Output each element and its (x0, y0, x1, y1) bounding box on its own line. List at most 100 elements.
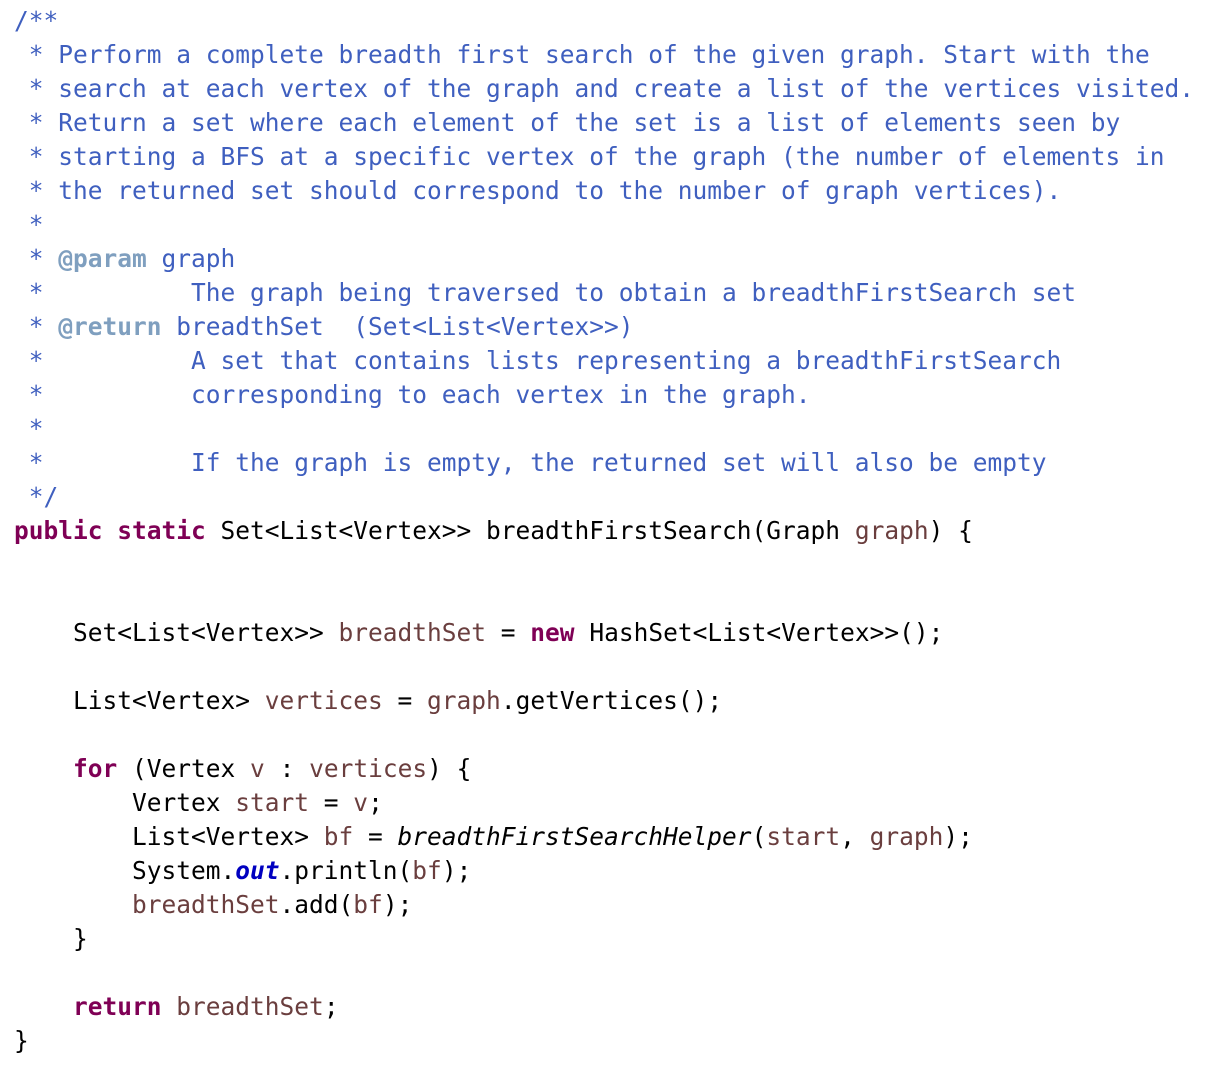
code-text: System. (14, 856, 236, 885)
variable-name: vertices (264, 686, 383, 715)
code-line: * Perform a complete breadth first searc… (14, 38, 1223, 72)
javadoc-text: * Return a set where each element of the… (14, 108, 1121, 137)
code-text: HashSet<List<Vertex>>(); (574, 618, 944, 647)
variable-name: bf (353, 890, 383, 919)
code-line: Set<List<Vertex>> breadthSet = new HashS… (14, 616, 1223, 650)
variable-name: graph (427, 686, 501, 715)
code-text: = (382, 686, 428, 715)
code-text: ; (368, 788, 383, 817)
code-text: ; (323, 992, 339, 1021)
javadoc-text: * The graph being traversed to obtain a … (14, 278, 1077, 307)
code-text: ) { (928, 516, 973, 545)
code-line: * A set that contains lists representing… (14, 344, 1223, 378)
code-line: System.out.println(bf); (14, 854, 1223, 888)
variable-name: start (235, 788, 310, 817)
code-text: , (840, 822, 870, 851)
keyword: static (117, 516, 206, 545)
code-text: = (486, 618, 531, 647)
code-line: List<Vertex> bf = breadthFirstSearchHelp… (14, 820, 1223, 854)
code-text: ); (382, 890, 413, 919)
code-line: * If the graph is empty, the returned se… (14, 446, 1223, 480)
variable-name: breadthSet (176, 992, 324, 1021)
code-text: ); (441, 856, 472, 885)
code-line: } (14, 922, 1223, 956)
code-text: Set<List<Vertex>> (14, 618, 339, 647)
code-text: .add( (279, 890, 354, 919)
code-line: List<Vertex> vertices = graph.getVertice… (14, 684, 1223, 718)
keyword: for (73, 754, 118, 783)
javadoc-text: * Perform a complete breadth first searc… (14, 40, 1150, 69)
code-line: * search at each vertex of the graph and… (14, 72, 1223, 106)
variable-name: v (250, 754, 265, 783)
code-line: } (14, 1024, 1223, 1058)
variable-name: vertices (309, 754, 428, 783)
variable-name: bf (323, 822, 354, 851)
code-line: Vertex start = v; (14, 786, 1223, 820)
variable-name: breadthSet (338, 618, 487, 647)
code-text: .getVertices(); (500, 686, 723, 715)
code-line: * the returned set should correspond to … (14, 174, 1223, 208)
code-line: * @param graph (14, 242, 1223, 276)
static-method-call: breadthFirstSearchHelper (397, 822, 752, 851)
keyword: new (530, 618, 575, 647)
javadoc-text: * starting a BFS at a specific vertex of… (14, 142, 1165, 171)
javadoc-text: /** (14, 6, 59, 35)
static-field: out (235, 856, 280, 885)
javadoc-tag: @param (58, 244, 147, 273)
code-line: * starting a BFS at a specific vertex of… (14, 140, 1223, 174)
keyword: public (14, 516, 103, 545)
code-text: = (353, 822, 398, 851)
javadoc-text: * (14, 244, 59, 273)
javadoc-text: * the returned set should correspond to … (14, 176, 1062, 205)
code-text: } (14, 1026, 29, 1055)
code-editor[interactable]: /** * Perform a complete breadth first s… (0, 0, 1223, 1075)
code-text: : (264, 754, 310, 783)
code-line: * @return breadthSet (Set<List<Vertex>>) (14, 310, 1223, 344)
code-text: (Vertex (117, 754, 251, 783)
code-line: * Return a set where each element of the… (14, 106, 1223, 140)
code-line: for (Vertex v : vertices) { (14, 752, 1223, 786)
javadoc-text: */ (14, 482, 59, 511)
code-text: List<Vertex> (14, 686, 265, 715)
code-line: * (14, 412, 1223, 446)
code-text: Set<List<Vertex>> breadthFirstSearch(Gra… (205, 516, 855, 545)
variable-name: start (766, 822, 841, 851)
javadoc-text: * (14, 312, 59, 341)
javadoc-text: breadthSet (Set<List<Vertex>>) (161, 312, 634, 341)
code-line: /** (14, 4, 1223, 38)
keyword: return (73, 992, 162, 1021)
code-line: public static Set<List<Vertex>> breadthF… (14, 514, 1223, 548)
code-text: .println( (279, 856, 413, 885)
code-text: Vertex (14, 788, 236, 817)
javadoc-text: * (14, 210, 44, 239)
variable-name: graph (854, 516, 929, 545)
javadoc-text: * A set that contains lists representing… (14, 346, 1062, 375)
code-text: ( (751, 822, 767, 851)
variable-name: bf (412, 856, 442, 885)
javadoc-tag: @return (58, 312, 162, 341)
code-line: */ (14, 480, 1223, 514)
code-text: = (309, 788, 354, 817)
javadoc-text: graph (146, 244, 236, 273)
javadoc-text: * (14, 414, 44, 443)
variable-name: graph (869, 822, 944, 851)
variable-name: breadthSet (132, 890, 280, 919)
code-line: * The graph being traversed to obtain a … (14, 276, 1223, 310)
code-text: List<Vertex> (14, 822, 324, 851)
code-line: * corresponding to each vertex in the gr… (14, 378, 1223, 412)
code-line: * (14, 208, 1223, 242)
javadoc-text: * If the graph is empty, the returned se… (14, 448, 1047, 477)
code-line: breadthSet.add(bf); (14, 888, 1223, 922)
javadoc-text: * corresponding to each vertex in the gr… (14, 380, 811, 409)
code-text: } (14, 924, 88, 953)
variable-name: v (353, 788, 369, 817)
